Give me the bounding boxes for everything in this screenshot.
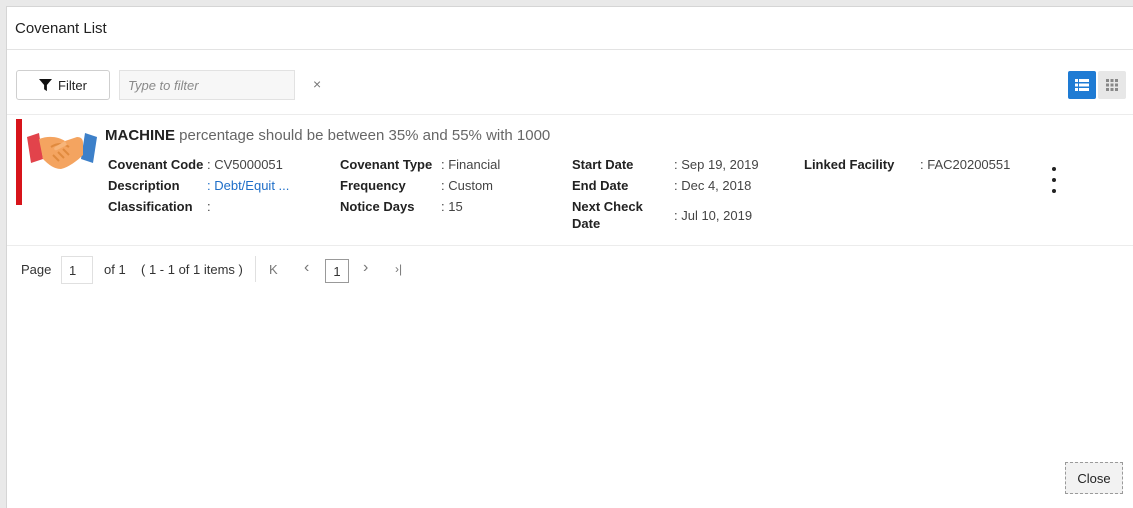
next-check-value: : Jul 10, 2019: [674, 208, 753, 223]
notice-days-value: : 15: [441, 199, 463, 214]
covenant-code-label: Covenant Code: [108, 157, 204, 172]
classification-value: :: [207, 199, 211, 214]
end-date-label: End Date: [572, 178, 629, 193]
handshake-icon: [27, 133, 97, 169]
covenant-type-label: Covenant Type: [340, 157, 433, 172]
filter-button-label: Filter: [58, 77, 87, 93]
funnel-icon: [39, 78, 53, 91]
dialog-title: Covenant List: [15, 19, 107, 37]
grid-view-icon: [1106, 79, 1118, 91]
frequency-value: : Custom: [441, 178, 494, 193]
toolbar: Filter ×: [7, 50, 1133, 114]
last-page-button[interactable]: ›|: [395, 262, 402, 276]
end-date-value: : Dec 4, 2018: [674, 178, 752, 193]
prev-page-button[interactable]: ‹: [304, 259, 309, 277]
notice-days-label: Notice Days: [340, 199, 415, 214]
covenant-list-dialog: Covenant List Filter ×: [6, 6, 1133, 508]
status-accent-bar: [16, 119, 22, 205]
dialog-header: Covenant List: [7, 7, 1133, 50]
filter-button[interactable]: Filter: [16, 70, 110, 100]
next-check-label-line2: Date: [572, 216, 601, 231]
first-page-button[interactable]: K: [269, 262, 278, 277]
linked-facility-label: Linked Facility: [804, 157, 895, 172]
start-date-value: : Sep 19, 2019: [674, 157, 759, 172]
grid-view-button[interactable]: [1098, 71, 1126, 99]
filter-input[interactable]: [119, 70, 295, 100]
items-count-text: ( 1 - 1 of 1 items ): [141, 262, 243, 277]
more-vertical-icon[interactable]: [1047, 167, 1061, 193]
close-button[interactable]: Close: [1065, 462, 1123, 494]
start-date-label: Start Date: [572, 157, 634, 172]
description-label: Description: [108, 178, 180, 193]
page-of-text: of 1: [104, 262, 126, 277]
covenant-title-bold: MACHINE: [105, 127, 175, 144]
clear-filter-icon[interactable]: ×: [313, 76, 321, 92]
description-value[interactable]: : Debt/Equit ...: [207, 178, 289, 193]
covenant-card[interactable]: MACHINE percentage should be between 35%…: [7, 114, 1133, 246]
page-number-input[interactable]: [61, 256, 93, 284]
linked-facility-value: : FAC20200551: [920, 157, 1011, 172]
pagination: Page of 1 ( 1 - 1 of 1 items ) K ‹ 1 › ›…: [7, 246, 1133, 292]
covenant-title: MACHINE percentage should be between 35%…: [105, 127, 550, 144]
covenant-code-value: : CV5000051: [207, 157, 283, 172]
covenant-type-value: : Financial: [441, 157, 501, 172]
list-view-button[interactable]: [1068, 71, 1096, 99]
pager-divider: [255, 256, 256, 282]
covenant-title-text: percentage should be between 35% and 55%…: [175, 127, 551, 144]
current-page-button[interactable]: 1: [325, 259, 349, 283]
page-label: Page: [21, 262, 52, 277]
next-page-button[interactable]: ›: [363, 259, 368, 277]
classification-label: Classification: [108, 199, 193, 214]
frequency-label: Frequency: [340, 178, 406, 193]
list-view-icon: [1075, 79, 1089, 91]
next-check-label-line1: Next Check: [572, 199, 643, 214]
